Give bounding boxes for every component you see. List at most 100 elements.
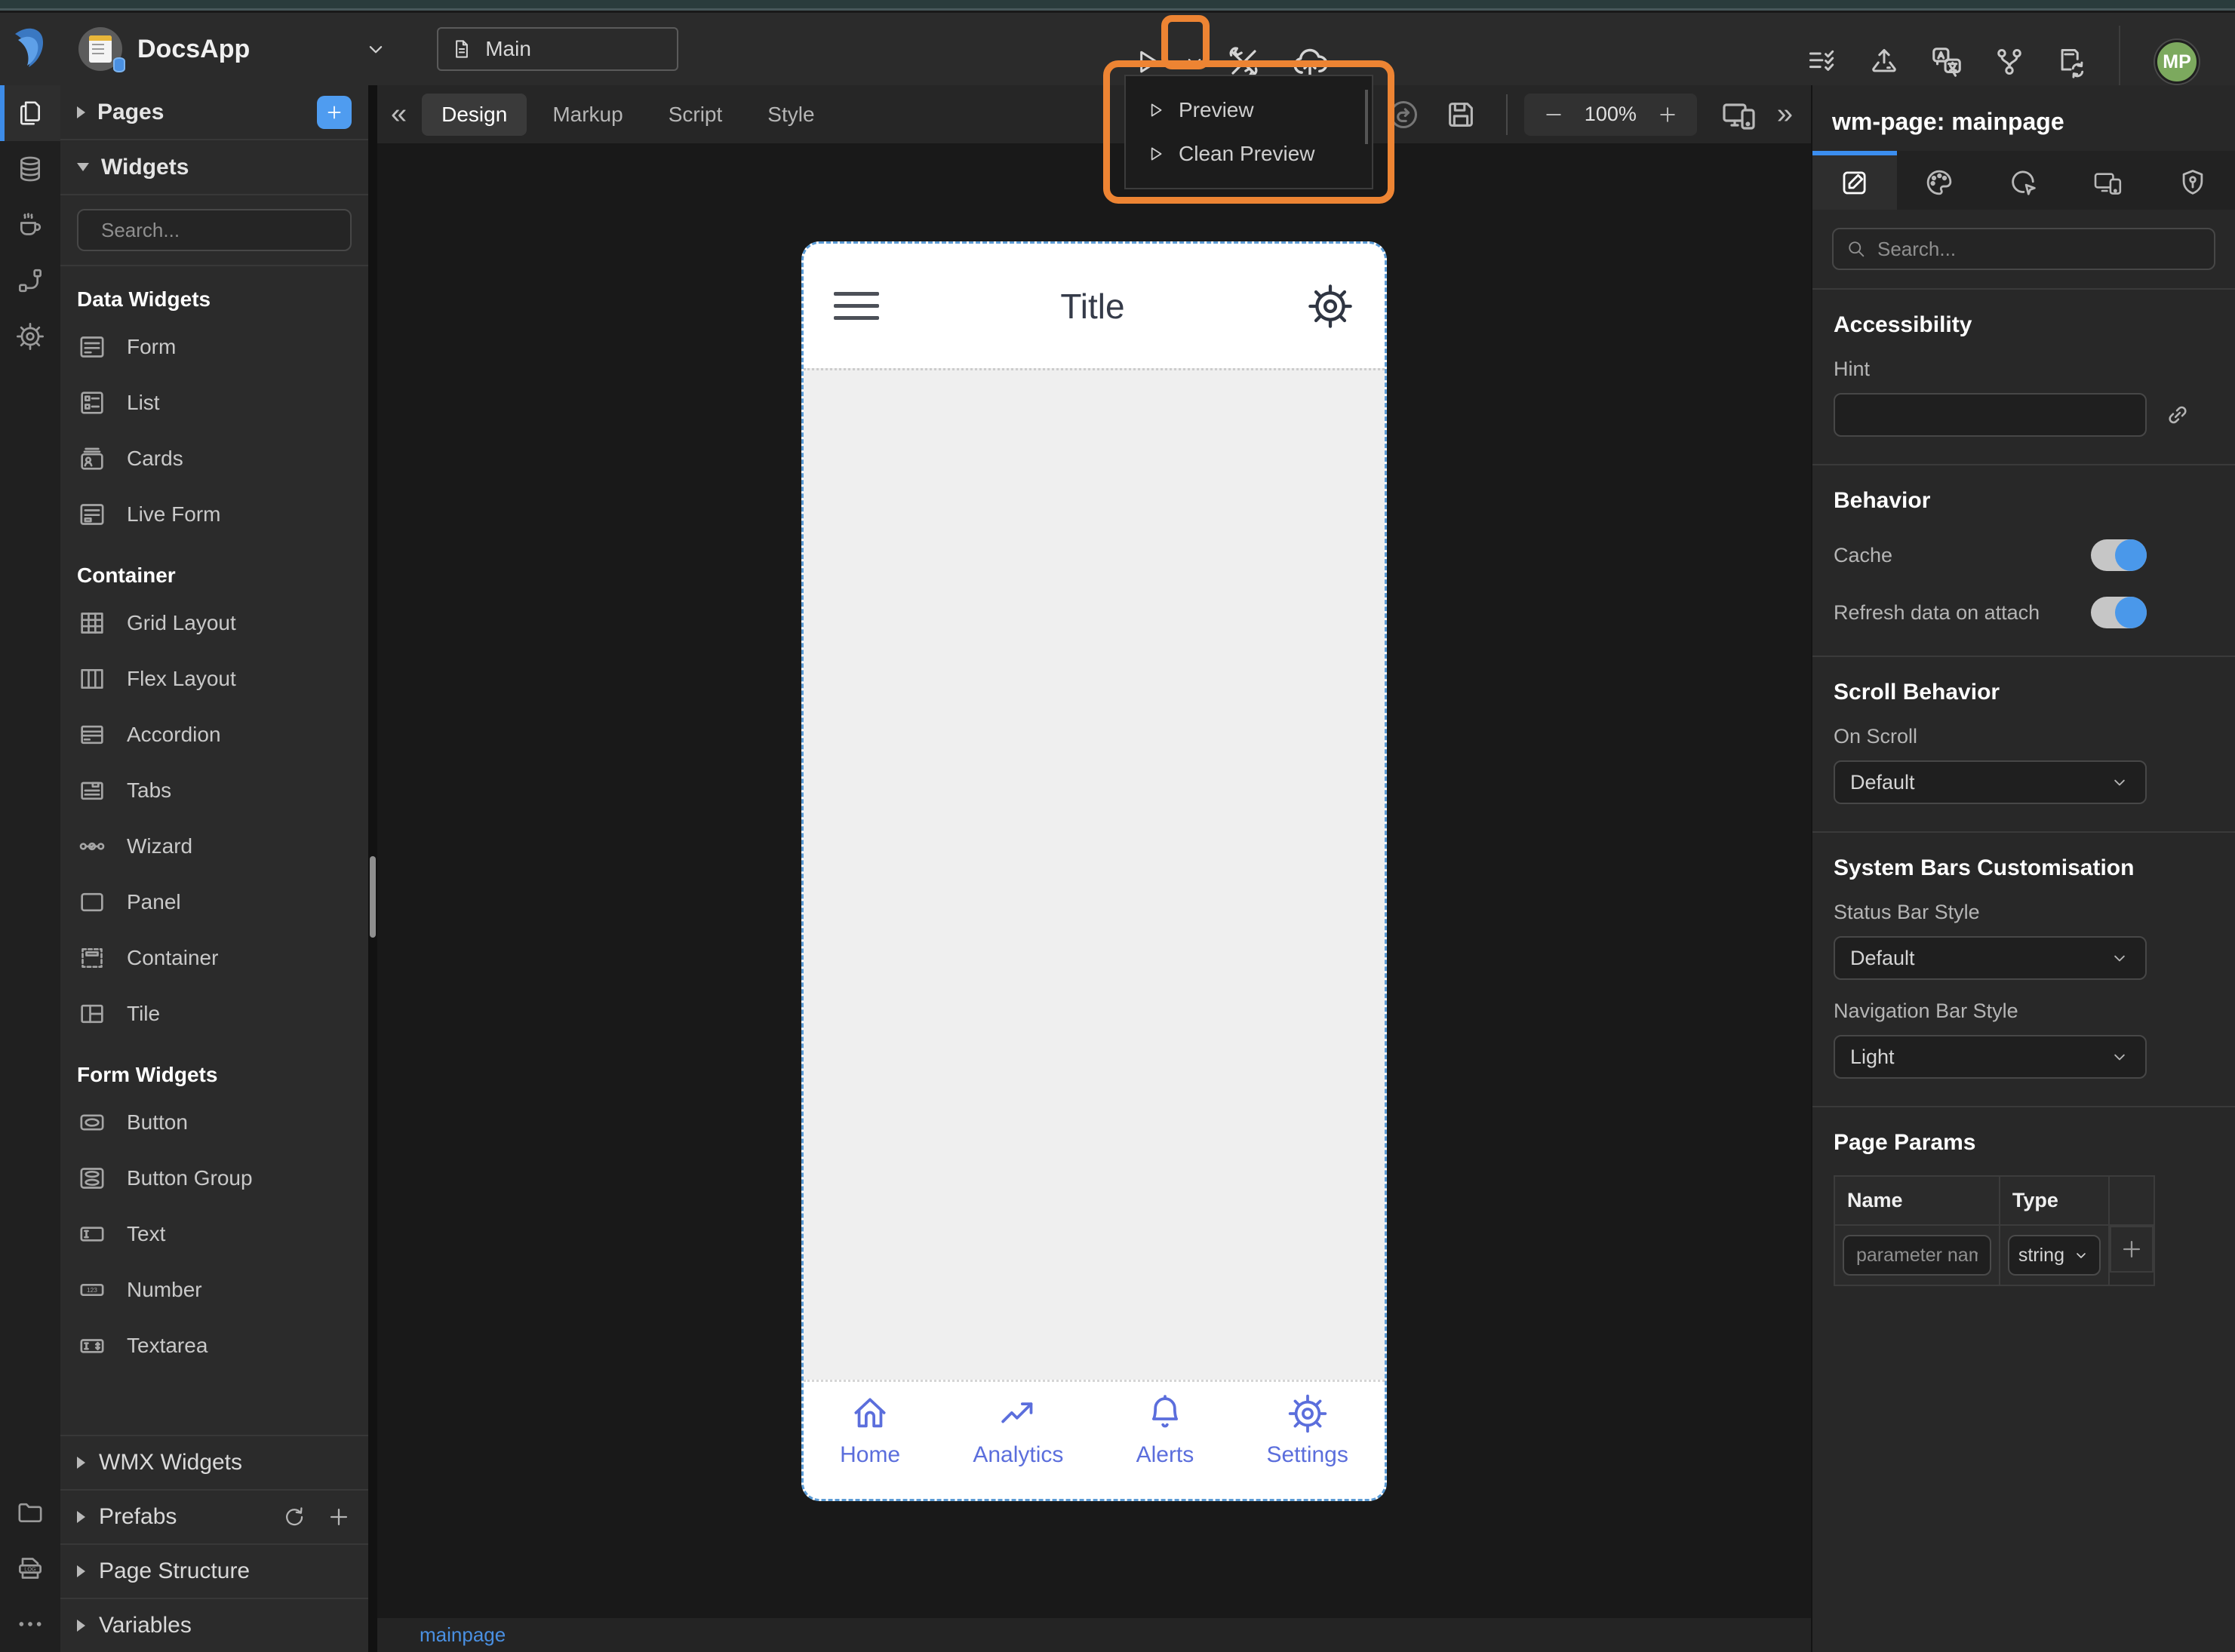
add-page-button[interactable] — [317, 95, 352, 129]
menu-scrollbar[interactable] — [1365, 90, 1368, 144]
tab-script[interactable]: Script — [649, 94, 742, 136]
menu-item-clean-preview[interactable]: Clean Preview — [1145, 142, 1372, 166]
tab-devices[interactable] — [2066, 151, 2150, 210]
status-breadcrumb-page[interactable]: mainpage — [420, 1623, 506, 1647]
widget-label: Panel — [127, 890, 181, 914]
preview-dropdown-menu: Preview Clean Preview — [1124, 75, 1373, 189]
design-canvas[interactable]: Title Home Analytics Alerts Settings — [377, 143, 1811, 1618]
refresh-prefabs-icon[interactable] — [281, 1504, 306, 1530]
add-param-button[interactable] — [2119, 1236, 2144, 1262]
widgets-search-input[interactable] — [101, 218, 354, 242]
pages-section-header[interactable]: Pages — [60, 85, 368, 140]
user-avatar[interactable]: MP — [2155, 40, 2199, 84]
tab-markup[interactable]: Markup — [533, 94, 642, 136]
widget-item-container[interactable]: Container — [60, 930, 368, 986]
panel-resize-gutter[interactable] — [368, 85, 377, 1652]
scroll-behavior-section: Scroll Behavior On Scroll Default — [1812, 656, 2235, 831]
panel-icon — [81, 892, 103, 912]
rail-item-more[interactable] — [0, 1596, 60, 1652]
widget-item-live-form[interactable]: Live Form — [60, 487, 368, 542]
widget-item-flex-layout[interactable]: Flex Layout — [60, 651, 368, 707]
translate-icon[interactable] — [1929, 45, 1964, 79]
nav-item-settings[interactable]: Settings — [1266, 1393, 1348, 1468]
widget-item-form[interactable]: Form — [60, 319, 368, 375]
chevron-down-icon — [2077, 1253, 2086, 1258]
tab-properties[interactable] — [1812, 151, 1897, 210]
hamburger-menu-icon[interactable] — [834, 292, 879, 320]
properties-search-input[interactable] — [1877, 237, 2202, 261]
widget-item-wizard[interactable]: Wizard — [60, 818, 368, 874]
nav-item-home[interactable]: Home — [840, 1393, 900, 1468]
widgets-section-header[interactable]: Widgets — [60, 140, 368, 195]
checklist-icon[interactable] — [1806, 45, 1839, 78]
collapse-left-panel-button[interactable]: « — [382, 98, 416, 131]
rail-item-java-services[interactable] — [0, 197, 60, 253]
section-label: Variables — [99, 1613, 192, 1638]
canvas-status-bar: mainpage — [377, 1618, 1811, 1652]
status-bar-style-select[interactable]: Default — [1834, 936, 2147, 980]
panel-filler — [1812, 1313, 2235, 1652]
accordion-icon — [81, 725, 103, 745]
panel-scrollbar-thumb[interactable] — [370, 856, 376, 938]
hint-input[interactable] — [1834, 393, 2147, 437]
phone-page-content[interactable] — [804, 368, 1385, 1380]
rail-item-logs[interactable]: LOG — [0, 1540, 60, 1596]
tab-security[interactable] — [2150, 151, 2235, 210]
widget-item-cards[interactable]: Cards — [60, 431, 368, 487]
cache-toggle[interactable] — [2091, 539, 2147, 571]
section-variables[interactable]: Variables — [60, 1598, 368, 1652]
rail-item-settings[interactable] — [0, 309, 60, 364]
file-sync-icon[interactable] — [2055, 45, 2088, 78]
expand-right-panel-button[interactable]: » — [1771, 98, 1806, 131]
chevron-down-icon — [2114, 1054, 2125, 1061]
section-wmx-widgets[interactable]: WMX Widgets — [60, 1435, 368, 1489]
widget-label: Text — [127, 1222, 166, 1245]
param-name-input[interactable] — [1843, 1235, 1991, 1276]
app-switcher-chevron-icon[interactable] — [363, 36, 389, 62]
add-prefab-icon[interactable] — [326, 1504, 352, 1530]
zoom-in-button[interactable] — [1656, 103, 1679, 126]
tab-design[interactable]: Design — [422, 93, 527, 136]
widget-item-number[interactable]: 123 Number — [60, 1262, 368, 1318]
phone-header-gear-icon[interactable] — [1306, 282, 1354, 330]
git-branch-icon[interactable] — [1993, 45, 2026, 78]
app-name: DocsApp — [137, 34, 251, 63]
refresh-data-toggle[interactable] — [2091, 597, 2147, 628]
section-page-structure[interactable]: Page Structure — [60, 1543, 368, 1598]
rail-item-pages[interactable] — [0, 85, 60, 141]
tab-style[interactable]: Style — [748, 94, 834, 136]
menu-item-preview[interactable]: Preview — [1145, 98, 1372, 122]
grid-layout-icon — [81, 613, 103, 634]
widget-item-button[interactable]: Button — [60, 1095, 368, 1150]
phone-page-title[interactable]: Title — [879, 286, 1306, 327]
nav-item-analytics[interactable]: Analytics — [973, 1393, 1063, 1468]
widget-item-grid-layout[interactable]: Grid Layout — [60, 595, 368, 651]
param-type-select[interactable]: string — [2007, 1235, 2101, 1276]
phone-mockup[interactable]: Title Home Analytics Alerts Settings — [801, 241, 1387, 1501]
widget-item-textarea[interactable]: Textarea — [60, 1318, 368, 1374]
tab-events[interactable] — [1981, 151, 2066, 210]
widget-item-accordion[interactable]: Accordion — [60, 707, 368, 763]
rail-item-apis[interactable] — [0, 253, 60, 309]
export-deploy-icon[interactable] — [1868, 45, 1901, 78]
zoom-out-button[interactable] — [1542, 103, 1565, 126]
widget-item-list[interactable]: List — [60, 375, 368, 431]
rail-item-files[interactable] — [0, 1485, 60, 1540]
on-scroll-select[interactable]: Default — [1834, 760, 2147, 804]
widget-item-tabs[interactable]: Tabs — [60, 763, 368, 818]
save-icon[interactable] — [1443, 97, 1478, 132]
rail-item-database[interactable] — [0, 141, 60, 197]
device-preview-icon[interactable] — [1720, 97, 1760, 133]
widget-item-text[interactable]: Text — [60, 1206, 368, 1262]
tab-styles[interactable] — [1897, 151, 1981, 210]
widget-item-panel[interactable]: Panel — [60, 874, 368, 930]
widget-item-tile[interactable]: Tile — [60, 986, 368, 1042]
hint-label: Hint — [1834, 358, 1871, 380]
nav-item-alerts[interactable]: Alerts — [1136, 1393, 1194, 1468]
bind-link-icon[interactable] — [2163, 401, 2192, 429]
section-prefabs[interactable]: Prefabs — [60, 1489, 368, 1543]
navigation-bar-style-select[interactable]: Light — [1834, 1035, 2147, 1079]
widget-item-button-group[interactable]: Button Group — [60, 1150, 368, 1206]
page-selector-dropdown[interactable]: Main — [437, 27, 679, 71]
app-icon[interactable] — [78, 27, 125, 72]
